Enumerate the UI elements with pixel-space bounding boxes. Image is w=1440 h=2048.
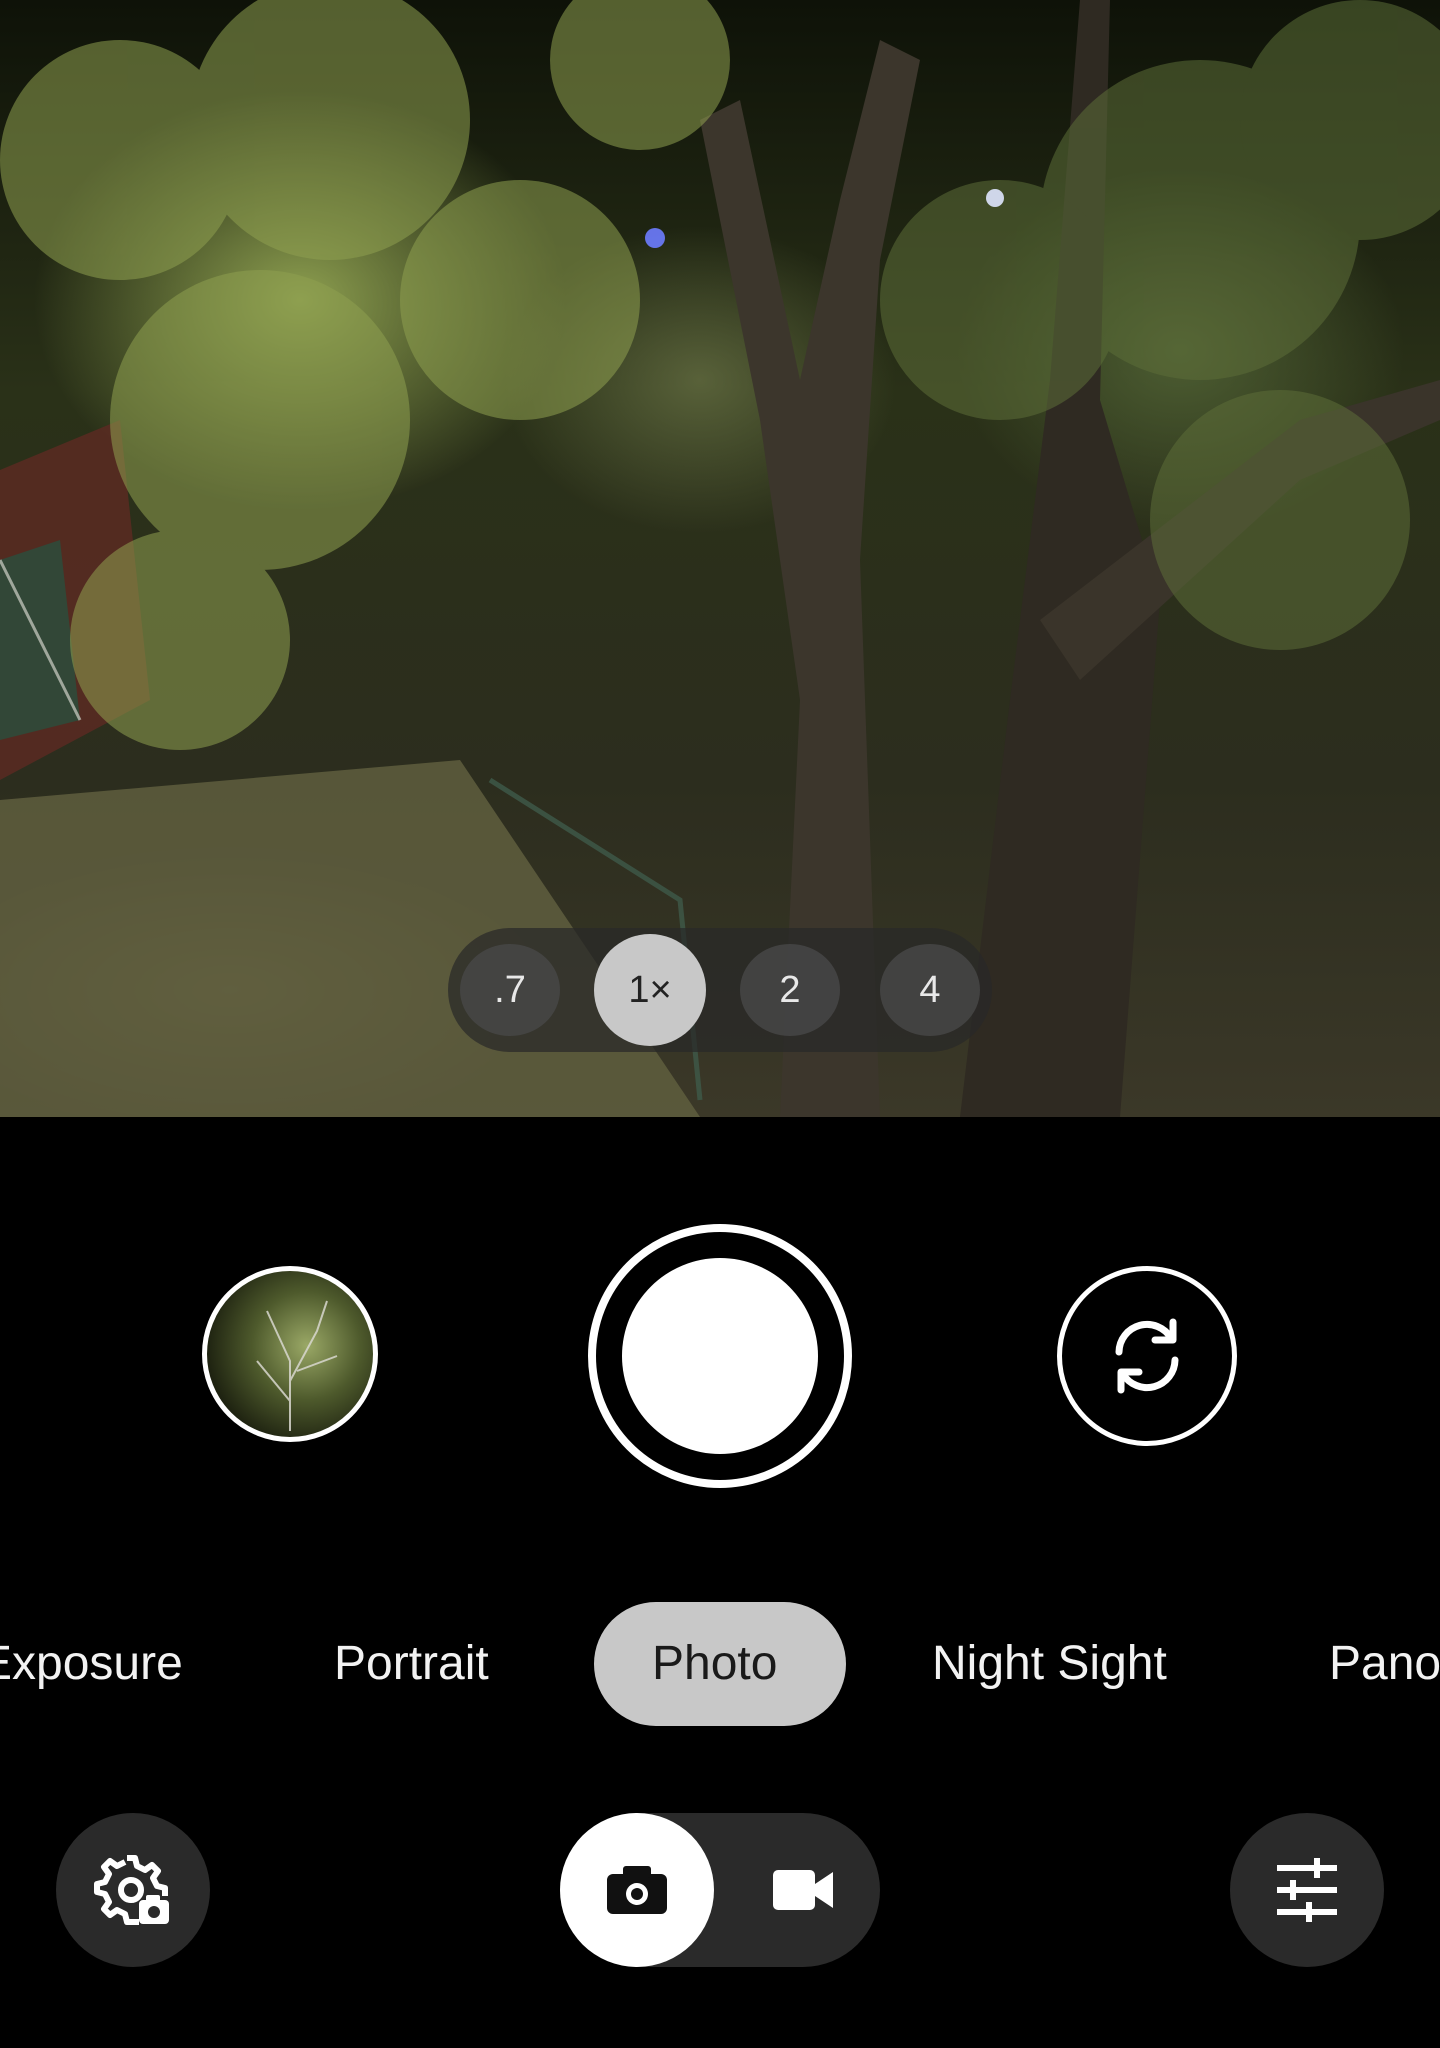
camera-settings-icon — [94, 1855, 169, 1925]
mode-photo[interactable]: Photo — [594, 1602, 846, 1726]
adjustments-button[interactable] — [1230, 1813, 1384, 1967]
zoom-option-0-7[interactable]: .7 — [460, 944, 560, 1036]
gallery-thumbnail[interactable] — [202, 1266, 378, 1442]
video-mode-toggle[interactable] — [726, 1813, 880, 1967]
camera-settings-button[interactable] — [56, 1813, 210, 1967]
zoom-option-2[interactable]: 2 — [740, 944, 840, 1036]
flip-camera-button[interactable] — [1057, 1266, 1237, 1446]
mode-exposure[interactable]: Exposure — [0, 1602, 183, 1726]
photo-mode-toggle[interactable] — [560, 1813, 714, 1967]
zoom-selector: .7 1× 2 4 — [448, 928, 992, 1052]
mode-portrait[interactable]: Portrait — [334, 1602, 489, 1726]
camera-icon — [607, 1866, 667, 1914]
zoom-option-4[interactable]: 4 — [880, 944, 980, 1036]
sliders-icon — [1277, 1858, 1337, 1922]
zoom-option-1x[interactable]: 1× — [594, 934, 706, 1046]
flip-camera-icon — [1115, 1318, 1179, 1394]
thumbnail-tree-image — [256, 1300, 338, 1431]
camera-viewfinder[interactable]: .7 1× 2 4 — [0, 0, 1440, 1117]
shutter-button[interactable] — [622, 1258, 818, 1454]
mode-pano[interactable]: Pano — [1329, 1602, 1440, 1726]
mode-night-sight[interactable]: Night Sight — [932, 1602, 1167, 1726]
video-camera-icon — [773, 1870, 833, 1910]
